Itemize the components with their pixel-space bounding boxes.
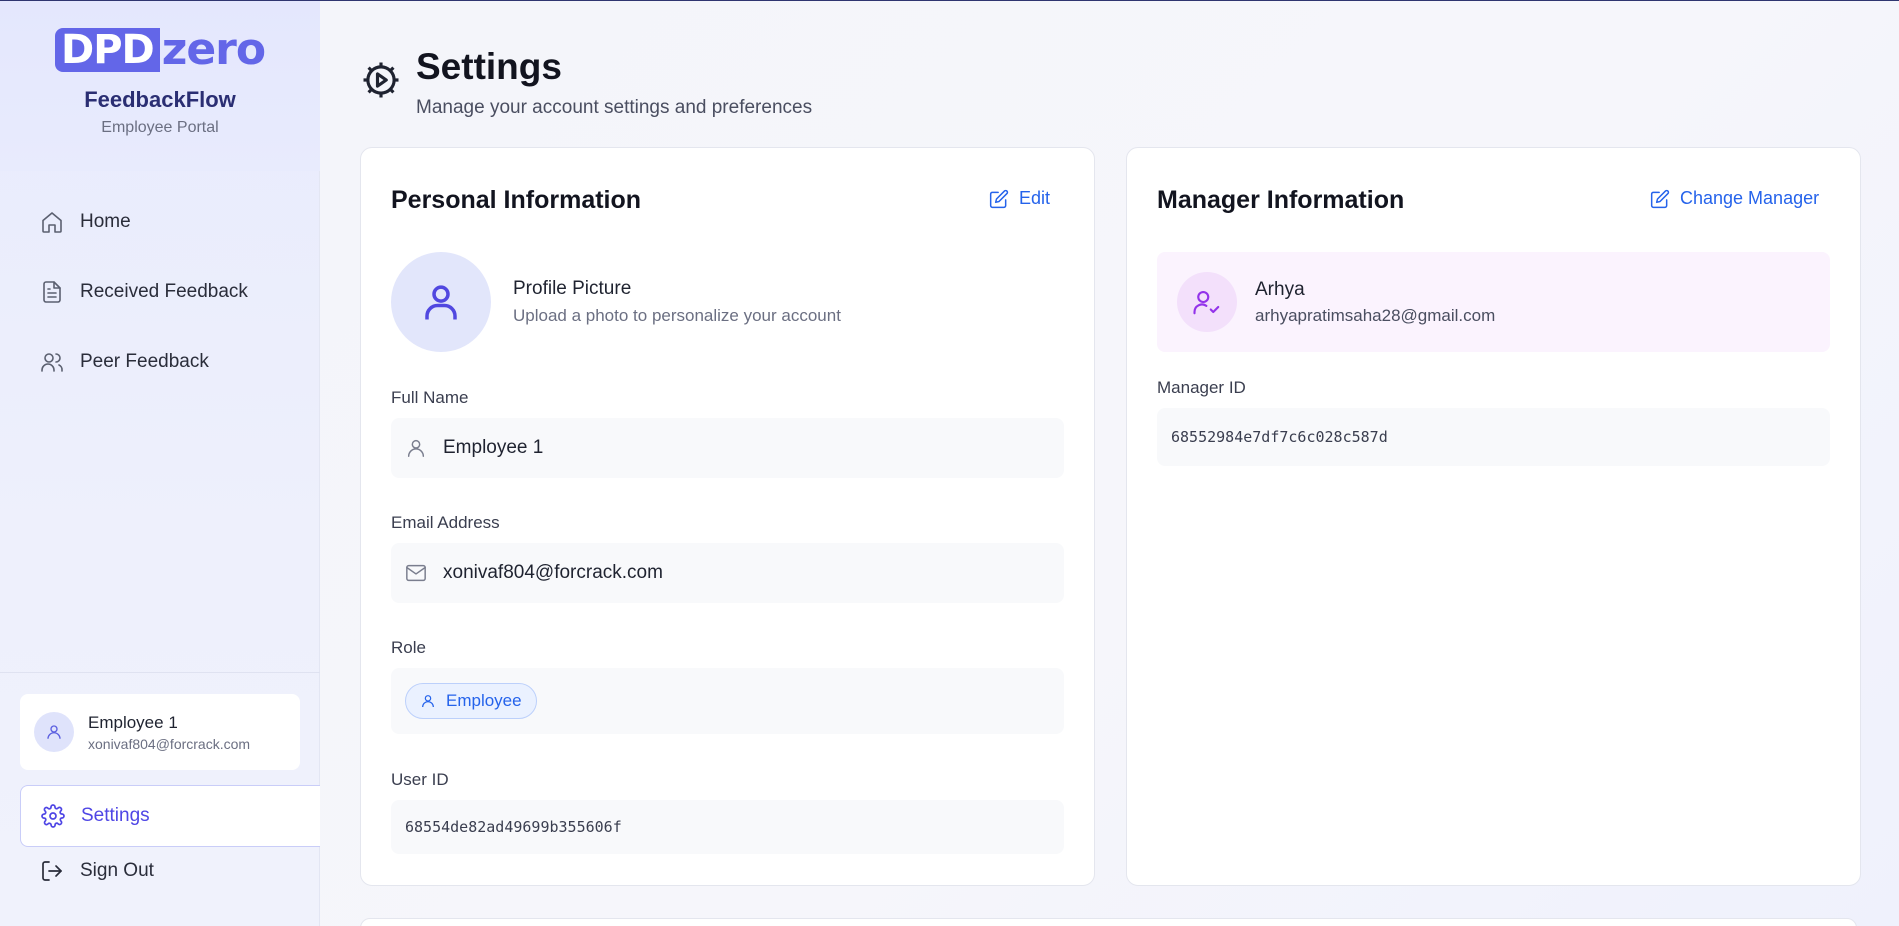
user-icon	[422, 695, 434, 708]
sign-out-icon	[42, 861, 62, 881]
manager-avatar	[1177, 272, 1237, 332]
user-name: Employee 1	[88, 712, 178, 732]
personal-information-card: Personal Information Edit Profile Pictur…	[360, 147, 1095, 886]
page-header: Settings Manage your account settings an…	[360, 45, 812, 119]
role-field: Employee	[391, 668, 1064, 734]
user-icon	[425, 285, 457, 320]
email-value: xonivaf804@forcrack.com	[443, 562, 663, 583]
sidebar: DPD zero FeedbackFlow Employee Portal Ho…	[0, 1, 320, 926]
sidebar-item-peer-feedback[interactable]: Peer Feedback	[0, 334, 320, 390]
full-name-label: Full Name	[391, 388, 469, 407]
change-manager-button[interactable]: Change Manager	[1650, 188, 1819, 209]
profile-picture-label: Profile Picture	[513, 278, 632, 299]
edit-label: Edit	[1019, 188, 1051, 208]
edit-icon	[1650, 189, 1670, 208]
user-id-label: User ID	[391, 770, 449, 789]
manager-id-label: Manager ID	[1157, 378, 1246, 397]
current-user-card[interactable]: Employee 1 xonivaf804@forcrack.com	[20, 694, 300, 770]
manager-id-value: 68552984e7df7c6c028c587d	[1171, 428, 1388, 446]
home-icon	[42, 212, 62, 233]
manager-summary: Arhya arhyapratimsaha28@gmail.com	[1157, 252, 1830, 352]
email-field[interactable]: xonivaf804@forcrack.com	[391, 543, 1064, 603]
role-label: Role	[391, 638, 426, 657]
manager-name: Arhya	[1255, 278, 1305, 300]
sidebar-nav: Home Received Feedback Peer Feedback	[0, 194, 320, 404]
settings-gear-icon	[360, 59, 402, 101]
sidebar-item-received-feedback[interactable]: Received Feedback	[0, 264, 320, 320]
change-manager-label: Change Manager	[1680, 188, 1820, 208]
sidebar-item-label: Settings	[81, 805, 150, 826]
sidebar-item-label: Received Feedback	[80, 281, 248, 302]
brand-header: DPD zero FeedbackFlow Employee Portal	[0, 1, 320, 171]
user-email: xonivaf804@forcrack.com	[88, 735, 251, 752]
page-title: Settings	[416, 46, 562, 87]
email-label: Email Address	[391, 513, 500, 532]
edit-icon	[989, 189, 1009, 208]
main-content: Settings Manage your account settings an…	[320, 1, 1899, 926]
app-subtitle: Employee Portal	[101, 119, 219, 136]
role-badge: Employee	[405, 683, 537, 719]
profile-picture-section: Profile Picture Upload a photo to person…	[391, 252, 841, 352]
gear-icon	[41, 804, 65, 828]
sidebar-item-label: Home	[80, 211, 131, 232]
full-name-value: Employee 1	[443, 437, 544, 458]
user-check-icon	[1193, 290, 1220, 315]
edit-button[interactable]: Edit	[989, 188, 1050, 209]
sidebar-item-label: Peer Feedback	[80, 351, 209, 372]
user-icon	[407, 439, 425, 457]
card-title: Personal Information	[391, 186, 642, 214]
sidebar-divider	[0, 672, 320, 673]
users-icon	[41, 353, 63, 372]
mail-icon	[406, 564, 426, 582]
full-name-field[interactable]: Employee 1	[391, 418, 1064, 478]
next-section-card	[360, 918, 1857, 926]
manager-email: arhyapratimsaha28@gmail.com	[1255, 305, 1496, 325]
logo-part-zero: zero	[161, 24, 266, 75]
document-icon	[43, 281, 61, 303]
card-title: Manager Information	[1157, 186, 1405, 214]
sign-out-label: Sign Out	[80, 860, 154, 881]
profile-picture-hint: Upload a photo to personalize your accou…	[513, 306, 841, 325]
avatar	[34, 712, 74, 752]
manager-information-card: Manager Information Change Manager Arhya…	[1126, 147, 1861, 886]
sign-out-button[interactable]: Sign Out	[40, 859, 154, 883]
manager-id-field: 68552984e7df7c6c028c587d	[1157, 408, 1830, 466]
user-meta: Employee 1 xonivaf804@forcrack.com	[88, 713, 250, 752]
logo[interactable]: DPD zero	[55, 24, 266, 75]
user-id-field: 68554de82ad49699b355606f	[391, 800, 1064, 854]
profile-avatar[interactable]	[391, 252, 491, 352]
role-value: Employee	[446, 691, 522, 710]
logo-part-dpd: DPD	[55, 28, 160, 72]
user-id-value: 68554de82ad49699b355606f	[405, 818, 622, 836]
user-icon	[47, 725, 61, 739]
app-name: FeedbackFlow	[84, 87, 236, 112]
page-subtitle: Manage your account settings and prefere…	[416, 97, 813, 118]
app-window: DPD zero FeedbackFlow Employee Portal Ho…	[0, 0, 1899, 926]
sidebar-item-settings[interactable]: Settings	[20, 785, 320, 847]
sidebar-item-home[interactable]: Home	[0, 194, 320, 250]
